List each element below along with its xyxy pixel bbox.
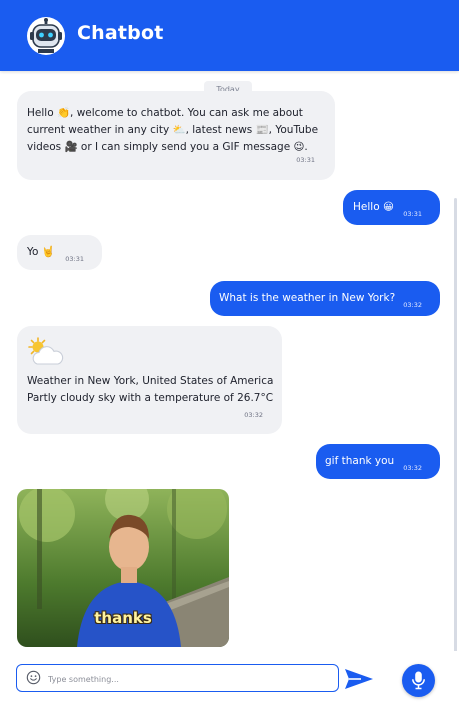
bot-message: Hello 👏, welcome to chatbot. You can ask…	[17, 91, 335, 180]
message-time: 03:31	[403, 210, 422, 218]
weather-location: Weather in New York, United States of Am…	[27, 375, 274, 387]
robot-icon	[27, 17, 65, 55]
message-text: Hello 😀	[353, 201, 394, 213]
user-message: gif thank you 03:32	[316, 444, 440, 479]
smiley-icon[interactable]	[26, 670, 41, 685]
message-text: Hello 👏, welcome to chatbot. You can ask…	[27, 107, 319, 153]
gif-caption: thanks	[94, 609, 152, 627]
weather-message: Weather in New York, United States of Am…	[17, 326, 282, 434]
message-time: 03:31	[65, 255, 84, 263]
chat-scrollbar[interactable]	[454, 198, 457, 651]
send-icon[interactable]	[344, 667, 374, 691]
chat-window[interactable]: Today Hello 👏, welcome to chatbot. You c…	[0, 71, 459, 651]
message-time: 03:32	[244, 411, 263, 419]
message-text: gif thank you	[325, 455, 395, 467]
message-time: 03:31	[296, 156, 315, 164]
partly-cloudy-icon	[28, 337, 64, 365]
microphone-button[interactable]	[402, 664, 435, 697]
message-input[interactable]	[46, 668, 335, 690]
gif-message[interactable]: thanks	[17, 489, 229, 647]
message-time: 03:32	[403, 301, 422, 309]
bot-message: Yo 🤘 03:31	[17, 235, 102, 270]
message-time: 03:32	[403, 464, 422, 472]
user-message: What is the weather in New York? 03:32	[210, 281, 440, 316]
message-text: Yo 🤘	[27, 246, 55, 258]
weather-description: Partly cloudy sky with a temperature of …	[27, 392, 274, 404]
app-header: Chatbot	[0, 0, 459, 71]
message-input-wrapper	[16, 664, 339, 692]
user-message: Hello 😀 03:31	[343, 190, 440, 225]
app-title: Chatbot	[77, 22, 164, 44]
message-text: What is the weather in New York?	[219, 292, 396, 304]
input-bar	[0, 651, 459, 708]
microphone-icon	[412, 671, 425, 690]
